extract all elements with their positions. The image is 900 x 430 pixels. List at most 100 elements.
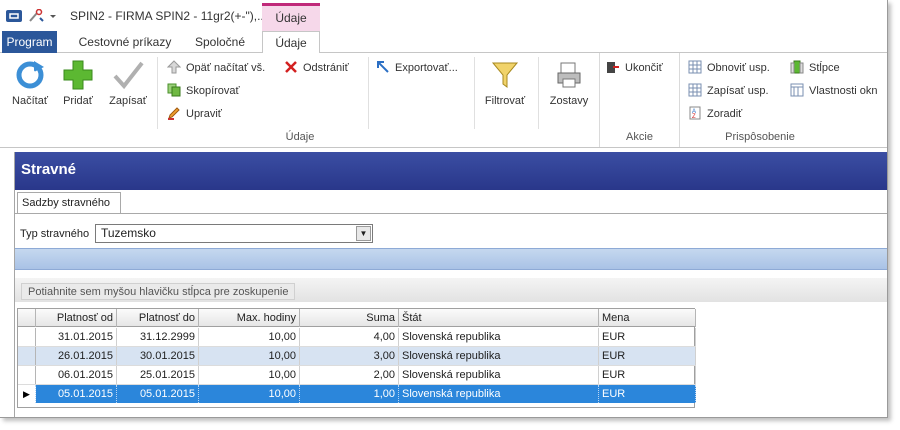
skopirovat-button[interactable]: Skopírovať — [167, 82, 240, 100]
filtrovat-button[interactable]: Filtrovať — [480, 57, 530, 119]
row-indicator[interactable] — [18, 366, 36, 384]
stlpce-label: Stĺpce — [809, 62, 840, 74]
cell-platnost-od[interactable]: 06.01.2015 — [36, 366, 117, 384]
typ-stravneho-value: Tuzemsko — [101, 226, 156, 240]
cell-max-hodiny[interactable]: 10,00 — [199, 385, 300, 403]
column-header-platnost-od[interactable]: Platnosť od — [36, 309, 117, 327]
column-header-mena[interactable]: Mena — [599, 309, 696, 327]
nacitat-button[interactable]: Načítať — [8, 57, 52, 119]
group-label-udaje: Údaje — [285, 131, 315, 143]
filter-bar — [15, 248, 887, 270]
stlpce-button[interactable]: Stĺpce — [790, 59, 840, 77]
row-indicator[interactable] — [18, 328, 36, 346]
cell-suma[interactable]: 3,00 — [300, 347, 399, 365]
zoradit-label: Zoradiť — [707, 108, 743, 120]
cell-max-hodiny[interactable]: 10,00 — [199, 328, 300, 346]
page-title: Stravné — [15, 152, 887, 190]
zapisat-label: Zapísať — [109, 95, 147, 107]
row-indicator[interactable] — [18, 347, 36, 365]
cell-platnost-do[interactable]: 25.01.2015 — [117, 366, 199, 384]
cell-mena[interactable]: EUR — [599, 366, 696, 384]
delete-x-icon — [284, 60, 298, 74]
column-header-suma[interactable]: Suma — [300, 309, 399, 327]
filtrovat-label: Filtrovať — [484, 95, 526, 107]
layout-save-icon — [688, 83, 702, 97]
ukoncit-label: Ukončiť — [625, 62, 663, 74]
app-icon[interactable] — [6, 9, 22, 23]
cell-platnost-od[interactable]: 26.01.2015 — [36, 347, 117, 365]
cell-platnost-do[interactable]: 05.01.2015 — [117, 385, 199, 403]
cell-max-hodiny[interactable]: 10,00 — [199, 347, 300, 365]
context-tab-header: Údaje — [262, 3, 320, 31]
subtab-divider — [15, 213, 887, 214]
layout-grid-icon — [688, 60, 702, 74]
export-arrow-icon — [376, 60, 390, 74]
chevron-down-icon[interactable]: ▼ — [356, 226, 371, 241]
filter-funnel-icon — [489, 59, 521, 91]
cell-platnost-do[interactable]: 30.01.2015 — [117, 347, 199, 365]
pridat-label: Pridať — [63, 95, 93, 107]
typ-stravneho-select[interactable]: Tuzemsko ▼ — [95, 224, 373, 243]
pencil-icon — [167, 106, 181, 120]
tab-udaje[interactable]: Údaje — [262, 31, 320, 54]
zostavy-button[interactable]: Zostavy — [544, 57, 594, 119]
table-row[interactable]: 31.01.2015 31.12.2999 10,00 4,00 Slovens… — [18, 328, 696, 346]
group-label-prisposobenie: Prispôsobenie — [725, 131, 795, 143]
ukoncit-button[interactable]: Ukončiť — [606, 59, 663, 77]
exportovat-label: Exportovať... — [395, 62, 458, 74]
column-header-stat[interactable]: Štát — [399, 309, 599, 327]
tab-sadzby-stravneho[interactable]: Sadzby stravného — [17, 192, 121, 214]
vlastnosti-okna-button[interactable]: Vlastnosti okn — [790, 82, 877, 100]
cell-mena[interactable]: EUR — [599, 347, 696, 365]
pridat-button[interactable]: Pridať — [56, 57, 100, 119]
cell-mena[interactable]: EUR — [599, 328, 696, 346]
typ-stravneho-label: Typ stravného — [20, 228, 90, 240]
table-row-selected[interactable]: ▶ 05.01.2015 05.01.2015 10,00 1,00 Slove… — [18, 385, 696, 403]
row-indicator-header — [18, 309, 36, 327]
opat-nacitat-button[interactable]: Opäť načítať vš. — [166, 59, 265, 77]
exportovat-button[interactable]: Exportovať... — [376, 59, 458, 77]
zapisat-usp-button[interactable]: Zapísať usp. — [688, 82, 769, 100]
zapisat-usp-label: Zapísať usp. — [707, 85, 769, 97]
cell-platnost-od[interactable]: 05.01.2015 — [36, 385, 117, 403]
quick-access-dropdown-icon[interactable] — [48, 9, 58, 23]
tab-spolocne[interactable]: Spoločné — [185, 31, 255, 53]
tab-program[interactable]: Program — [2, 31, 57, 53]
cell-suma[interactable]: 2,00 — [300, 366, 399, 384]
column-header-max-hodiny[interactable]: Max. hodiny — [199, 309, 300, 327]
plus-icon — [62, 59, 94, 91]
zoradit-button[interactable]: A Z Zoradiť — [688, 105, 742, 123]
quick-access-tools-icon[interactable] — [28, 8, 44, 23]
table-row[interactable]: 06.01.2015 25.01.2015 10,00 2,00 Slovens… — [18, 366, 696, 384]
vlastnosti-okna-label: Vlastnosti okn — [809, 85, 878, 97]
group-udaje: Načítať Pridať Zapísať Opäť načítať vš. … — [0, 53, 600, 147]
refresh-icon — [14, 59, 46, 91]
obnovit-usp-button[interactable]: Obnoviť usp. — [688, 59, 770, 77]
cell-stat[interactable]: Slovenská republika — [399, 366, 599, 384]
window-title: SPIN2 - FIRMA SPIN2 - 11gr2(+-"),.. — [70, 9, 264, 23]
cell-stat[interactable]: Slovenská republika — [399, 347, 599, 365]
zostavy-label: Zostavy — [549, 95, 589, 107]
reports-printer-icon — [553, 59, 585, 91]
cell-platnost-od[interactable]: 31.01.2015 — [36, 328, 117, 346]
cell-stat[interactable]: Slovenská republika — [399, 385, 599, 403]
cell-max-hodiny[interactable]: 10,00 — [199, 366, 300, 384]
zapisat-button[interactable]: Zapísať — [106, 57, 150, 119]
selected-row-arrow-icon[interactable]: ▶ — [18, 385, 36, 403]
tab-cestovne-prikazy[interactable]: Cestovné príkazy — [75, 31, 175, 53]
group-by-panel[interactable]: Potiahnite sem myšou hlavičku stĺpca pre… — [15, 278, 887, 302]
cell-platnost-do[interactable]: 31.12.2999 — [117, 328, 199, 346]
cell-stat[interactable]: Slovenská republika — [399, 328, 599, 346]
cell-suma[interactable]: 4,00 — [300, 328, 399, 346]
ribbon-tab-row: Program Cestovné príkazy Spoločné Údaje — [0, 31, 887, 54]
column-header-platnost-do[interactable]: Platnosť do — [117, 309, 199, 327]
group-label-akcie: Akcie — [626, 131, 653, 143]
odstranit-button[interactable]: Odstrániť — [284, 59, 349, 77]
obnovit-usp-label: Obnoviť usp. — [707, 62, 770, 74]
separator — [474, 57, 475, 129]
upravit-button[interactable]: Upraviť — [167, 105, 222, 123]
cell-suma[interactable]: 1,00 — [300, 385, 399, 403]
exit-icon — [606, 60, 620, 74]
cell-mena[interactable]: EUR — [599, 385, 696, 403]
table-row[interactable]: 26.01.2015 30.01.2015 10,00 3,00 Slovens… — [18, 347, 696, 365]
